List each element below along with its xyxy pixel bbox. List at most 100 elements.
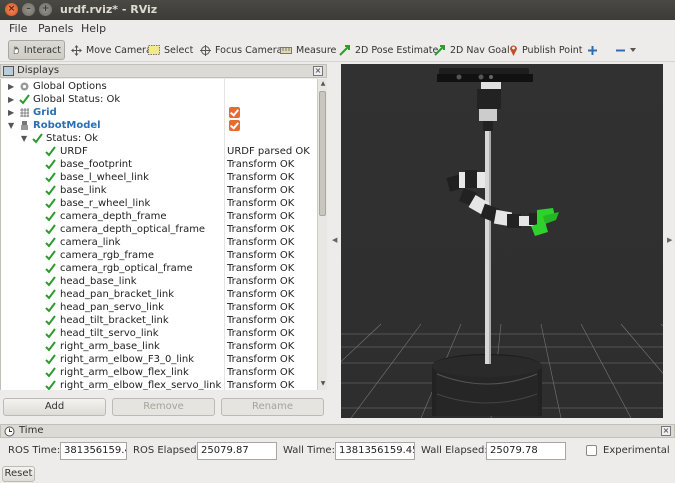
menu-file[interactable]: File [9,22,27,35]
interact-tool-button[interactable]: Interact [8,40,65,60]
close-window-button[interactable]: × [5,3,18,16]
close-icon[interactable]: × [661,426,671,436]
robot-scene [341,64,663,418]
tree-item-grid[interactable]: ▶ Grid [1,106,317,119]
menu-panels[interactable]: Panels [38,22,73,35]
maximize-window-button[interactable]: + [39,3,52,16]
link-status: Transform OK [227,276,295,287]
link-name: head_base_link [60,276,137,287]
link-name: URDF [60,146,88,157]
checkmark-icon [32,133,43,144]
minimize-window-button[interactable]: – [22,3,35,16]
robotmodel-enabled-checkbox[interactable] [229,120,240,131]
link-status: Transform OK [227,341,295,352]
nav-goal-tool-button[interactable]: 2D Nav Goal [431,40,513,60]
add-tool-button[interactable] [584,40,605,60]
tree-item-global-options[interactable]: ▶ Global Options [1,80,317,93]
tree-item-link[interactable]: head_tilt_servo_link Transform OK [1,327,317,340]
tree-item-link[interactable]: camera_depth_frame Transform OK [1,210,317,223]
ros-elapsed-field[interactable]: 25079.87 [197,442,277,460]
grid-enabled-checkbox[interactable] [229,107,240,118]
rename-display-button[interactable]: Rename [221,398,324,416]
collapse-arrow-icon[interactable]: ▼ [8,119,14,132]
collapse-arrow-icon[interactable]: ▼ [21,132,27,145]
clock-icon [4,426,15,437]
tree-item-link[interactable]: head_pan_servo_link Transform OK [1,301,317,314]
menu-bar: File Panels Help [0,20,675,38]
displays-scrollbar[interactable]: ▲ ▼ [317,79,327,390]
link-name: head_pan_servo_link [60,302,164,313]
tree-item-link[interactable]: camera_depth_optical_frame Transform OK [1,223,317,236]
measure-tool-button[interactable]: Measure [277,40,339,60]
expand-arrow-icon[interactable]: ▶ [8,106,14,119]
tree-item-link[interactable]: base_l_wheel_link Transform OK [1,171,317,184]
link-status: Transform OK [227,172,295,183]
expand-arrow-icon[interactable]: ▶ [8,80,14,93]
displays-title: Displays [17,65,60,76]
link-name: head_tilt_bracket_link [60,315,169,326]
toolbar: Interact Move Camera Select Focus Camera… [0,38,675,62]
tree-item-link[interactable]: right_arm_elbow_F3_0_link Transform OK [1,353,317,366]
expand-arrow-icon[interactable]: ▶ [8,93,14,106]
tree-item-link[interactable]: URDF URDF parsed OK [1,145,317,158]
ros-time-label: ROS Time: [8,445,61,456]
select-label: Select [164,44,194,56]
pose-estimate-tool-button[interactable]: 2D Pose Estimate [336,40,441,60]
checkmark-icon [45,198,56,209]
tree-item-link[interactable]: head_tilt_bracket_link Transform OK [1,314,317,327]
experimental-checkbox[interactable] [586,445,597,456]
tree-item-link[interactable]: right_arm_elbow_flex_link Transform OK [1,366,317,379]
reset-button[interactable]: Reset [2,466,35,482]
scroll-down-icon[interactable]: ▼ [319,380,327,389]
remove-display-button[interactable]: Remove [112,398,215,416]
tree-item-link[interactable]: base_link Transform OK [1,184,317,197]
3d-viewport[interactable] [341,64,663,418]
link-status: Transform OK [227,302,295,313]
tree-item-robotmodel[interactable]: ▼ RobotModel [1,119,317,132]
wall-elapsed-field[interactable]: 25079.78 [486,442,566,460]
tree-item-link[interactable]: right_arm_elbow_flex_servo_link Transform… [1,379,317,390]
measure-label: Measure [296,44,337,56]
select-tool-button[interactable]: Select [145,40,196,60]
collapse-left-icon[interactable]: ◀ [332,236,337,244]
tree-item-global-status[interactable]: ▶ Global Status: Ok [1,93,317,106]
wall-time-label: Wall Time: [283,445,335,456]
tree-item-link[interactable]: camera_rgb_frame Transform OK [1,249,317,262]
nav-goal-label: 2D Nav Goal [450,44,510,56]
chevron-down-icon [630,48,636,52]
minus-icon [616,49,625,51]
close-icon[interactable]: × [313,66,323,76]
tree-item-link[interactable]: head_pan_bracket_link Transform OK [1,288,317,301]
checkmark-icon [45,172,56,183]
panel-splitter[interactable]: ◀ [330,64,340,420]
link-name: right_arm_elbow_flex_link [60,367,189,378]
focus-camera-tool-button[interactable]: Focus Camera [197,40,285,60]
tree-item-link[interactable]: camera_rgb_optical_frame Transform OK [1,262,317,275]
wall-time-field[interactable]: 1381356159.45 [335,442,415,460]
tree-item-link[interactable]: right_arm_base_link Transform OK [1,340,317,353]
tree-item-link[interactable]: camera_link Transform OK [1,236,317,249]
link-name: camera_rgb_frame [60,250,155,261]
publish-point-tool-button[interactable]: Publish Point [506,40,585,60]
link-name: head_pan_bracket_link [60,289,175,300]
tree-item-link[interactable]: base_r_wheel_link Transform OK [1,197,317,210]
collapse-right-icon[interactable]: ▶ [667,236,672,244]
checkmark-icon [45,328,56,339]
menu-help[interactable]: Help [81,22,106,35]
add-display-button[interactable]: Add [3,398,106,416]
ros-time-field[interactable]: 381356159.41 [60,442,127,460]
focus-target-icon [200,44,211,56]
link-status: Transform OK [227,185,295,196]
checkmark-icon [45,263,56,274]
tree-item-label: RobotModel [33,120,101,131]
tree-item-status[interactable]: ▼ Status: Ok [1,132,317,145]
tree-item-link[interactable]: head_base_link Transform OK [1,275,317,288]
plus-icon [588,45,597,55]
scroll-up-icon[interactable]: ▲ [319,80,327,89]
move-camera-tool-button[interactable]: Move Camera [68,40,155,60]
tree-item-label: Global Status: Ok [33,94,121,105]
remove-tool-dropdown[interactable] [612,40,643,60]
link-status: Transform OK [227,224,295,235]
tree-item-link[interactable]: base_footprint Transform OK [1,158,317,171]
scrollbar-thumb[interactable] [319,91,326,216]
